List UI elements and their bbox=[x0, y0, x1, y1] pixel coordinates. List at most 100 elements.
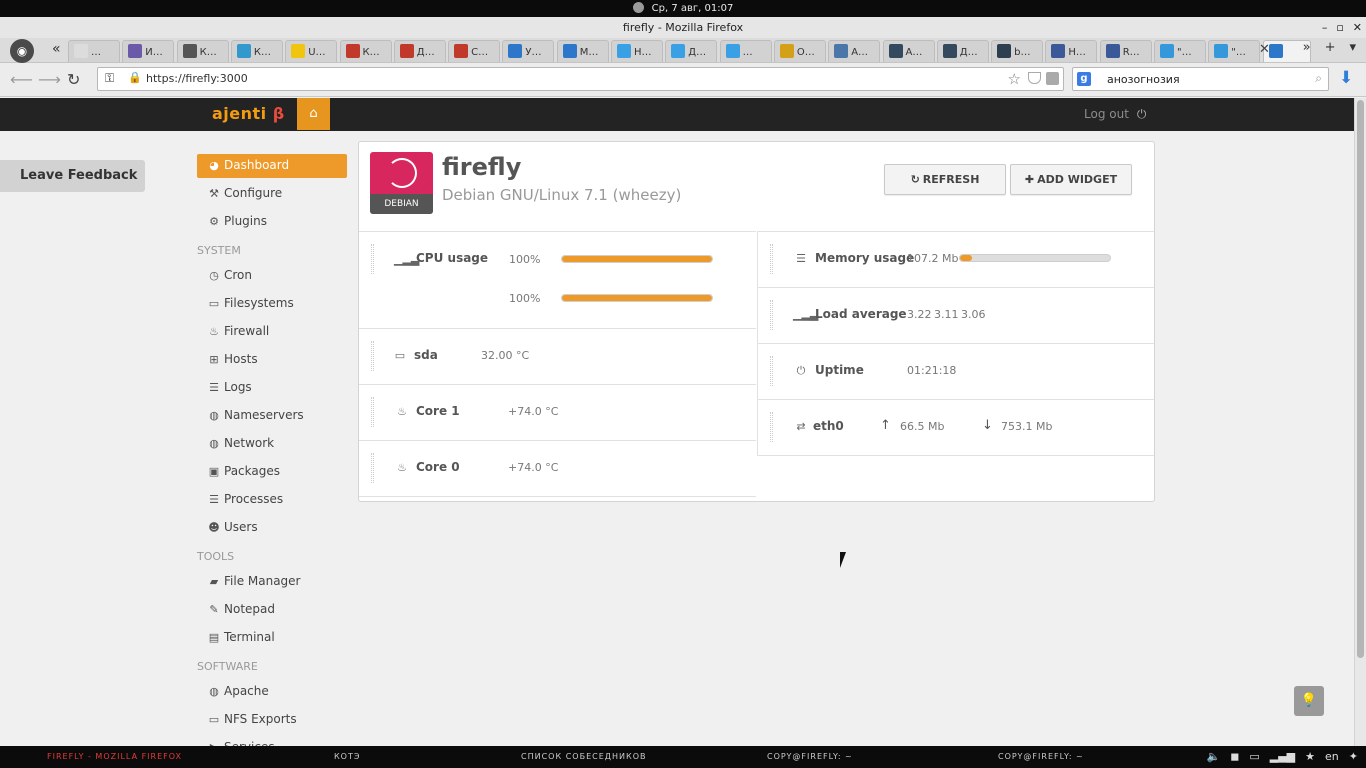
sidebar-item-file-manager[interactable]: ▰ File Manager bbox=[197, 569, 347, 597]
drag-handle[interactable] bbox=[371, 397, 374, 427]
tab-list-icon[interactable]: ▾ bbox=[1349, 40, 1356, 55]
firefox-menu-icon[interactable]: ◉ bbox=[10, 39, 34, 63]
sidebar-item-dashboard[interactable]: ◕ Dashboard bbox=[197, 154, 347, 178]
sidebar-item-apache[interactable]: ◍ Apache bbox=[197, 679, 347, 707]
keyboard-layout[interactable]: en bbox=[1325, 746, 1339, 768]
sidebar-item-network[interactable]: ◍ Network bbox=[197, 431, 347, 459]
tab-scroll-right-icon[interactable]: » bbox=[1303, 40, 1311, 55]
browser-tab[interactable]: b… bbox=[991, 40, 1044, 62]
sidebar-item-cron[interactable]: ◷ Cron bbox=[197, 263, 347, 291]
pin-icon[interactable]: ✦ bbox=[1349, 746, 1358, 768]
fire-icon: ♨ bbox=[397, 461, 407, 474]
tab-favicon-icon bbox=[942, 44, 957, 58]
leave-feedback-button[interactable]: Leave Feedback bbox=[0, 160, 145, 192]
logout-button[interactable]: Log out ⏻ bbox=[1084, 107, 1146, 122]
browser-tab[interactable]: … bbox=[68, 40, 120, 62]
browser-tab[interactable]: "… bbox=[1208, 40, 1261, 62]
close-tab-icon[interactable]: ✕ bbox=[1259, 42, 1270, 57]
drag-handle[interactable] bbox=[770, 356, 773, 386]
browser-tab[interactable]: О… bbox=[773, 40, 826, 62]
network-signal-icon[interactable]: ▂▄▆ bbox=[1270, 746, 1295, 768]
battery-icon[interactable]: ▭ bbox=[1249, 746, 1259, 768]
star-icon[interactable]: ★ bbox=[1305, 746, 1315, 768]
browser-tab[interactable]: К… bbox=[339, 40, 392, 62]
sidebar-item-terminal[interactable]: ▤ Terminal bbox=[197, 625, 347, 653]
drag-handle[interactable] bbox=[770, 412, 773, 442]
url-dropdown-icon[interactable] bbox=[1046, 72, 1059, 85]
refresh-button[interactable]: ↻ REFRESH bbox=[884, 164, 1006, 195]
tab-label: … bbox=[742, 47, 753, 58]
drag-handle[interactable] bbox=[770, 244, 773, 274]
tab-label: К… bbox=[253, 47, 271, 58]
browser-tab[interactable]: А… bbox=[882, 40, 935, 62]
forward-icon[interactable]: ⟶ bbox=[38, 70, 61, 89]
system-menu-icon[interactable] bbox=[632, 2, 644, 13]
new-tab-icon[interactable]: + bbox=[1325, 40, 1336, 55]
taskbar-item-firefox[interactable]: FIREFLY - MOZILLA FIREFOX bbox=[47, 746, 182, 768]
maximize-icon[interactable]: ▫ bbox=[1336, 17, 1343, 38]
browser-tab[interactable]: "… bbox=[1154, 40, 1206, 62]
browser-tab[interactable]: И… bbox=[122, 40, 175, 62]
back-icon[interactable]: ⟵ bbox=[10, 70, 33, 89]
home-button[interactable]: ⌂ bbox=[297, 98, 330, 130]
sidebar-item-logs[interactable]: ☰ Logs bbox=[197, 375, 347, 403]
sidebar-item-plugins[interactable]: ⚙ Plugins bbox=[197, 209, 347, 237]
drag-handle[interactable] bbox=[371, 453, 374, 483]
browser-tab[interactable]: У… bbox=[502, 40, 555, 62]
page-scrollbar[interactable] bbox=[1354, 98, 1366, 746]
search-input[interactable]: анозогнозия bbox=[1107, 73, 1180, 86]
search-bar[interactable]: g анозогнозия ⌕ bbox=[1072, 67, 1329, 91]
tab-scroll-left-icon[interactable]: « bbox=[52, 41, 61, 57]
chat-status-icon[interactable]: ◼ bbox=[1230, 746, 1239, 768]
sidebar-item-firewall[interactable]: ♨ Firewall bbox=[197, 319, 347, 347]
volume-icon[interactable]: 🔈 bbox=[1207, 746, 1221, 768]
browser-tab[interactable]: Д… bbox=[393, 40, 446, 62]
reload-icon[interactable]: ↻ bbox=[67, 70, 80, 89]
download-icon[interactable]: ⬇ bbox=[1339, 68, 1353, 88]
taskbar-item-kote[interactable]: КОТЭ bbox=[334, 746, 360, 768]
tab-favicon-icon bbox=[128, 44, 143, 58]
add-widget-button[interactable]: ✚ ADD WIDGET bbox=[1010, 164, 1132, 195]
sidebar-item-filesystems[interactable]: ▭ Filesystems bbox=[197, 291, 347, 319]
sidebar-item-nameservers[interactable]: ◍ Nameservers bbox=[197, 403, 347, 431]
sidebar-item-processes[interactable]: ☰ Processes bbox=[197, 487, 347, 515]
sidebar-item-label: Firewall bbox=[224, 324, 270, 338]
url-bar[interactable]: ⚿ 🔒 https://firefly:3000 ☆ bbox=[97, 67, 1064, 91]
close-window-icon[interactable]: ✕ bbox=[1353, 17, 1362, 38]
drag-handle[interactable] bbox=[371, 341, 374, 371]
pocket-icon[interactable] bbox=[1028, 72, 1041, 84]
browser-tab[interactable]: К… bbox=[176, 40, 229, 62]
browser-tab[interactable]: Д… bbox=[665, 40, 718, 62]
taskbar-item-terminal-1[interactable]: COPY@FIREFLY: ~ bbox=[767, 746, 853, 768]
browser-tab[interactable]: … bbox=[719, 40, 772, 62]
help-lightbulb-button[interactable]: 💡 bbox=[1294, 686, 1324, 716]
sidebar-item-packages[interactable]: ▣ Packages bbox=[197, 459, 347, 487]
browser-tab[interactable]: Д… bbox=[936, 40, 989, 62]
browser-tab[interactable]: Н… bbox=[1045, 40, 1098, 62]
sidebar-item-hosts[interactable]: ⊞ Hosts bbox=[197, 347, 347, 375]
browser-tab[interactable]: М… bbox=[556, 40, 609, 62]
taskbar-item-contacts[interactable]: СПИСОК СОБЕСЕДНИКОВ bbox=[521, 746, 646, 768]
search-engine-icon[interactable]: g bbox=[1077, 72, 1091, 86]
browser-tab[interactable]: К… bbox=[230, 40, 283, 62]
scrollbar-thumb[interactable] bbox=[1357, 100, 1364, 658]
taskbar-item-terminal-2[interactable]: COPY@FIREFLY: ~ bbox=[998, 746, 1084, 768]
sidebar-item-nfs-exports[interactable]: ▭ NFS Exports bbox=[197, 707, 347, 735]
sidebar-item-users[interactable]: ☻ Users bbox=[197, 515, 347, 543]
bookmark-star-icon[interactable]: ☆ bbox=[1008, 70, 1021, 88]
minimize-icon[interactable]: – bbox=[1322, 17, 1328, 38]
browser-tab[interactable]: R… bbox=[1099, 40, 1152, 62]
browser-tab[interactable]: Н… bbox=[611, 40, 663, 62]
drag-handle[interactable] bbox=[770, 300, 773, 330]
site-identity-icon[interactable]: ⚿ bbox=[105, 71, 114, 86]
browser-tab[interactable]: А… bbox=[828, 40, 881, 62]
search-icon[interactable]: ⌕ bbox=[1315, 71, 1322, 86]
sidebar-item-notepad[interactable]: ✎ Notepad bbox=[197, 597, 347, 625]
drag-handle[interactable] bbox=[371, 244, 374, 274]
ajenti-logo[interactable]: ajenti β bbox=[212, 104, 285, 123]
system-clock[interactable]: Ср, 7 авг, 01:07 bbox=[652, 3, 734, 14]
url-text[interactable]: https://firefly:3000 bbox=[146, 72, 248, 85]
browser-tab[interactable]: U… bbox=[285, 40, 338, 62]
sidebar-item-configure[interactable]: ⚒ Configure bbox=[197, 181, 347, 209]
browser-tab[interactable]: С… bbox=[448, 40, 501, 62]
